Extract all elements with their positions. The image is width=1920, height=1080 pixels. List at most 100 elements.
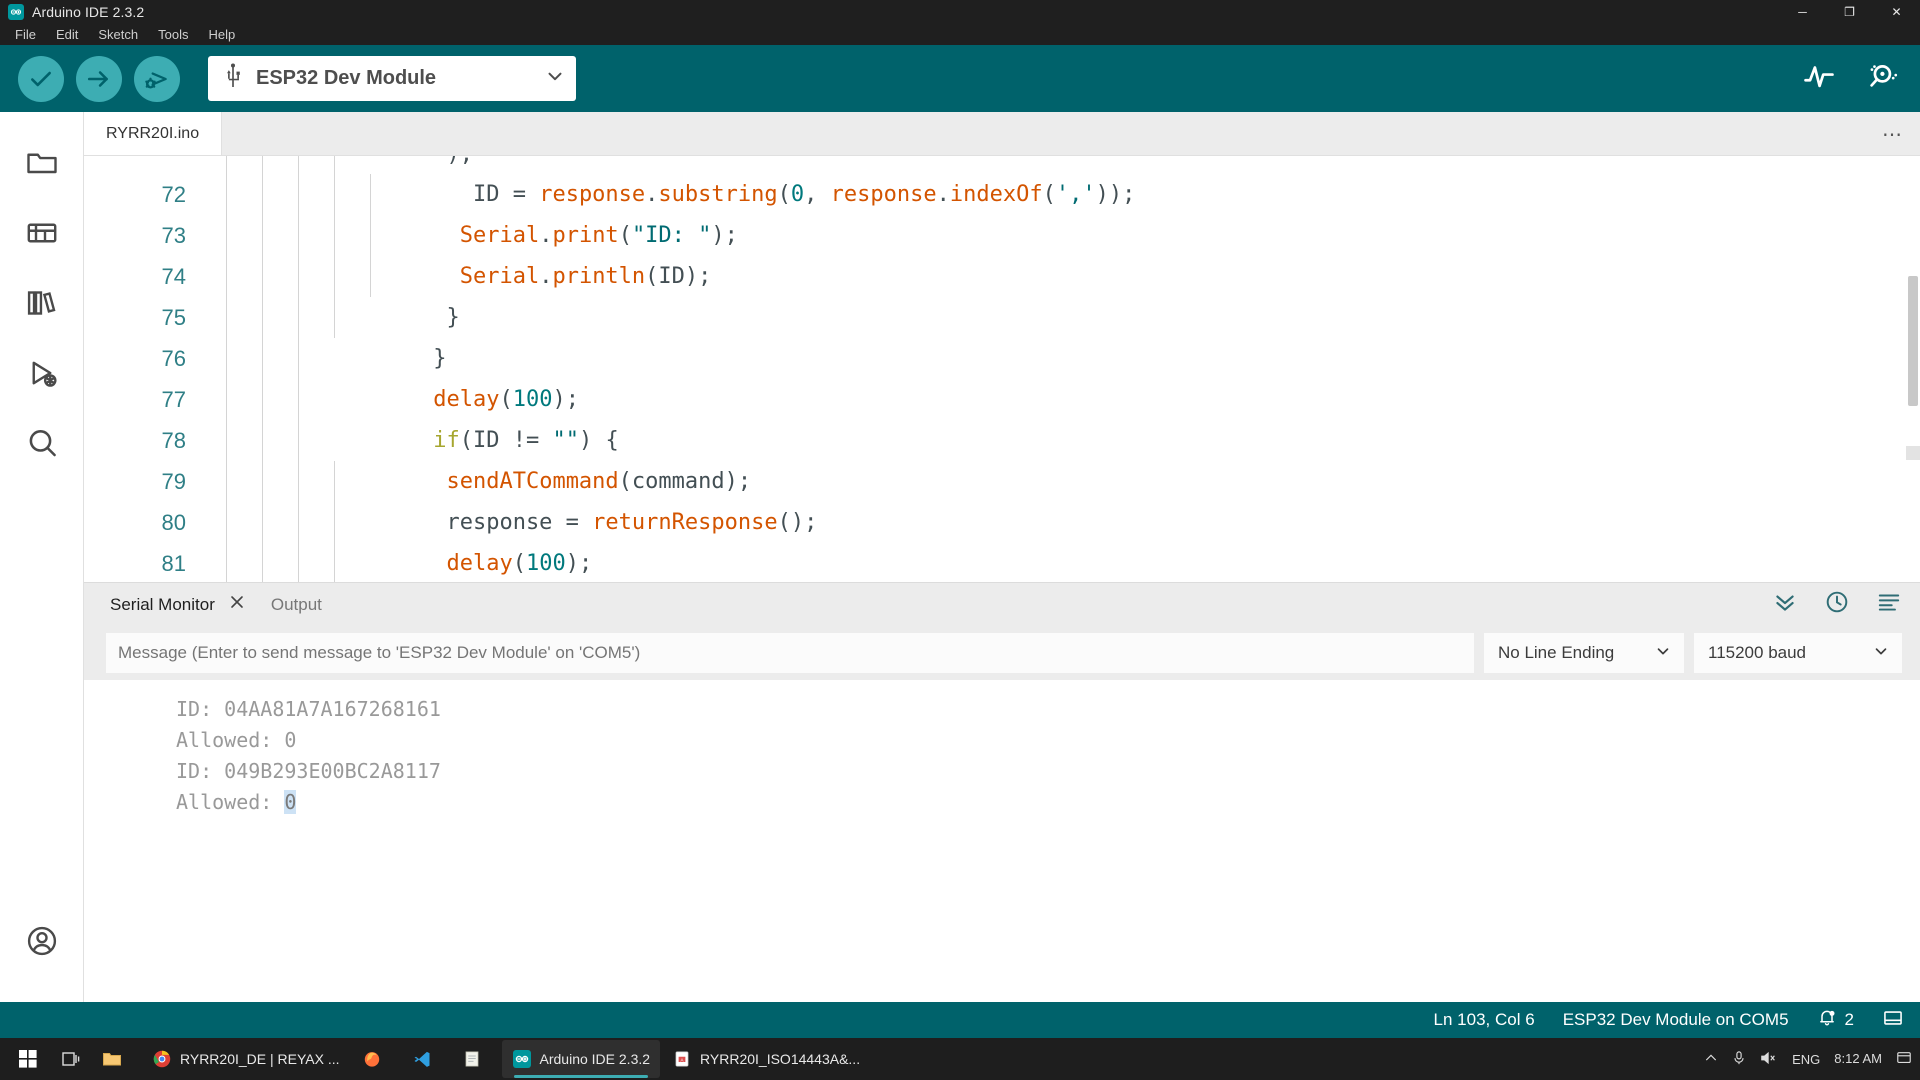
scrollbar-thumb[interactable] (1908, 276, 1918, 406)
line-ending-value: No Line Ending (1498, 643, 1615, 662)
code-text: } (367, 305, 460, 330)
microphone-icon[interactable] (1732, 1050, 1746, 1069)
serial-monitor-input-row: No Line Ending 115200 baud (84, 626, 1920, 680)
code-line[interactable]: 73 Serial.print("ID: "); (84, 215, 1920, 256)
editor-vertical-scrollbar[interactable] (1906, 156, 1920, 582)
indent-guides (204, 174, 371, 215)
verify-button[interactable] (18, 55, 64, 102)
line-number: 73 (161, 222, 186, 248)
serial-plotter-icon[interactable] (1802, 59, 1836, 98)
indent-guides (204, 461, 367, 502)
close-icon[interactable] (229, 594, 245, 615)
code-line[interactable]: 74 Serial.println(ID); (84, 256, 1920, 297)
menu-help[interactable]: Help (199, 25, 244, 44)
indent-guides (204, 256, 371, 297)
indent-guides (204, 543, 367, 582)
maximize-button[interactable]: ❐ (1826, 0, 1873, 23)
taskbar-item-chrome[interactable]: RYRR20I_DE | REYAX ... (142, 1040, 350, 1078)
svg-text:A: A (681, 1057, 684, 1062)
language-indicator[interactable]: ENG (1792, 1052, 1820, 1067)
serial-output-line: Allowed: 0 (176, 725, 1920, 756)
code-line[interactable]: 72 ID = response.substring(0, response.i… (84, 174, 1920, 215)
editor-tabs: RYRR20I.ino ⋯ (84, 112, 1920, 156)
line-number: 79 (161, 468, 186, 494)
sidebar-item-library-manager[interactable] (12, 270, 72, 340)
code-line[interactable]: 77 delay(100); (84, 379, 1920, 420)
account-circle-icon (24, 923, 60, 964)
menu-file[interactable]: File (6, 25, 45, 44)
menu-sketch[interactable]: Sketch (89, 25, 147, 44)
taskbar-item-vscode[interactable] (402, 1040, 450, 1078)
line-number: 77 (161, 386, 186, 412)
cursor-position-label[interactable]: Ln 103, Col 6 (1434, 1010, 1535, 1030)
code-line[interactable]: 81 delay(100); (84, 543, 1920, 582)
upload-button[interactable] (76, 55, 122, 102)
chevron-up-icon[interactable] (1704, 1051, 1718, 1068)
taskbar-item-notepad[interactable] (452, 1040, 500, 1078)
taskbar-item-label: RYRR20I_ISO14443A&... (700, 1051, 861, 1067)
code-line[interactable]: 76 } (84, 338, 1920, 379)
code-scroll-area[interactable]: ); 72 ID = response.substring(0, respons… (84, 156, 1920, 582)
notifications-button[interactable]: 2 (1817, 1008, 1854, 1033)
code-editor[interactable]: ); 72 ID = response.substring(0, respons… (84, 156, 1920, 582)
pdf-icon: A (672, 1049, 692, 1069)
code-text: } (367, 346, 447, 371)
task-view-button[interactable] (50, 1040, 90, 1078)
code-line[interactable]: 79 sendATCommand(command); (84, 461, 1920, 502)
line-number: 81 (161, 550, 186, 576)
code-text: delay(100); (433, 387, 579, 412)
baud-rate-select[interactable]: 115200 baud (1694, 633, 1902, 673)
serial-monitor-icon[interactable] (1864, 59, 1898, 98)
tab-output[interactable]: Output (271, 595, 322, 615)
serial-message-input[interactable] (106, 633, 1474, 673)
serial-output-area[interactable]: ID: 04AA81A7A167268161 Allowed: 0 ID: 049B… (84, 680, 1920, 1002)
chevron-down-icon (1872, 642, 1890, 665)
tab-label: RYRR20I.ino (106, 124, 200, 142)
panel-layout-icon[interactable] (1882, 1007, 1904, 1034)
vscode-icon (412, 1049, 432, 1069)
close-button[interactable]: ✕ (1873, 0, 1920, 23)
sidebar-item-boards-manager[interactable] (12, 200, 72, 270)
clock-icon[interactable] (1824, 589, 1850, 620)
start-button[interactable] (8, 1040, 48, 1078)
taskbar-item-arduino-ide[interactable]: Arduino IDE 2.3.2 (501, 1040, 661, 1078)
board-selector[interactable]: ESP32 Dev Module (208, 56, 576, 101)
taskbar-item-firefox[interactable] (352, 1040, 400, 1078)
taskbar-item-pdf[interactable]: A RYRR20I_ISO14443A&... (662, 1040, 870, 1078)
system-tray: ENG 8:12 AM (1704, 1050, 1912, 1069)
lines-icon[interactable] (1876, 589, 1902, 620)
sidebar-item-sketchbook[interactable] (12, 130, 72, 200)
tab-serial-monitor[interactable]: Serial Monitor (110, 594, 245, 615)
sidebar-item-account[interactable] (12, 908, 72, 978)
line-ending-select[interactable]: No Line Ending (1484, 633, 1684, 673)
chevron-down-icon (1654, 642, 1672, 665)
line-number: 74 (161, 263, 186, 289)
task-view-icon (60, 1049, 80, 1069)
tab-sketch-file[interactable]: RYRR20I.ino (84, 112, 223, 155)
line-number: 75 (161, 304, 186, 330)
clock-time: 8:12 AM (1834, 1050, 1882, 1066)
serial-line-text: Allowed: (176, 790, 285, 814)
minimize-button[interactable]: ─ (1779, 0, 1826, 23)
taskbar-item-file-explorer[interactable] (92, 1040, 140, 1078)
editor-more-actions-button[interactable]: ⋯ (1882, 112, 1904, 156)
menu-tools[interactable]: Tools (149, 25, 197, 44)
code-line[interactable]: 75 } (84, 297, 1920, 338)
clock[interactable]: 8:12 AM (1834, 1050, 1882, 1067)
board-port-label[interactable]: ESP32 Dev Module on COM5 (1563, 1010, 1789, 1030)
code-line[interactable]: 80 response = returnResponse(); (84, 502, 1920, 543)
code-text: response = returnResponse(); (367, 510, 818, 535)
taskbar-item-label: RYRR20I_DE | REYAX ... (180, 1051, 340, 1067)
code-text: Serial.print("ID: "); (459, 223, 738, 248)
sidebar-item-search[interactable] (12, 410, 72, 480)
speaker-mute-icon[interactable] (1760, 1050, 1778, 1069)
code-line[interactable]: 78 if(ID != "") { (84, 420, 1920, 461)
debug-button[interactable] (134, 55, 180, 102)
chevrons-down-icon[interactable] (1772, 589, 1798, 620)
chevron-down-icon[interactable] (544, 65, 566, 92)
code-lines[interactable]: 72 ID = response.substring(0, response.i… (84, 174, 1920, 582)
indent-guides-partial (204, 156, 367, 174)
notification-icon[interactable] (1896, 1050, 1912, 1069)
menu-edit[interactable]: Edit (47, 25, 87, 44)
sidebar-item-debug[interactable] (12, 340, 72, 410)
